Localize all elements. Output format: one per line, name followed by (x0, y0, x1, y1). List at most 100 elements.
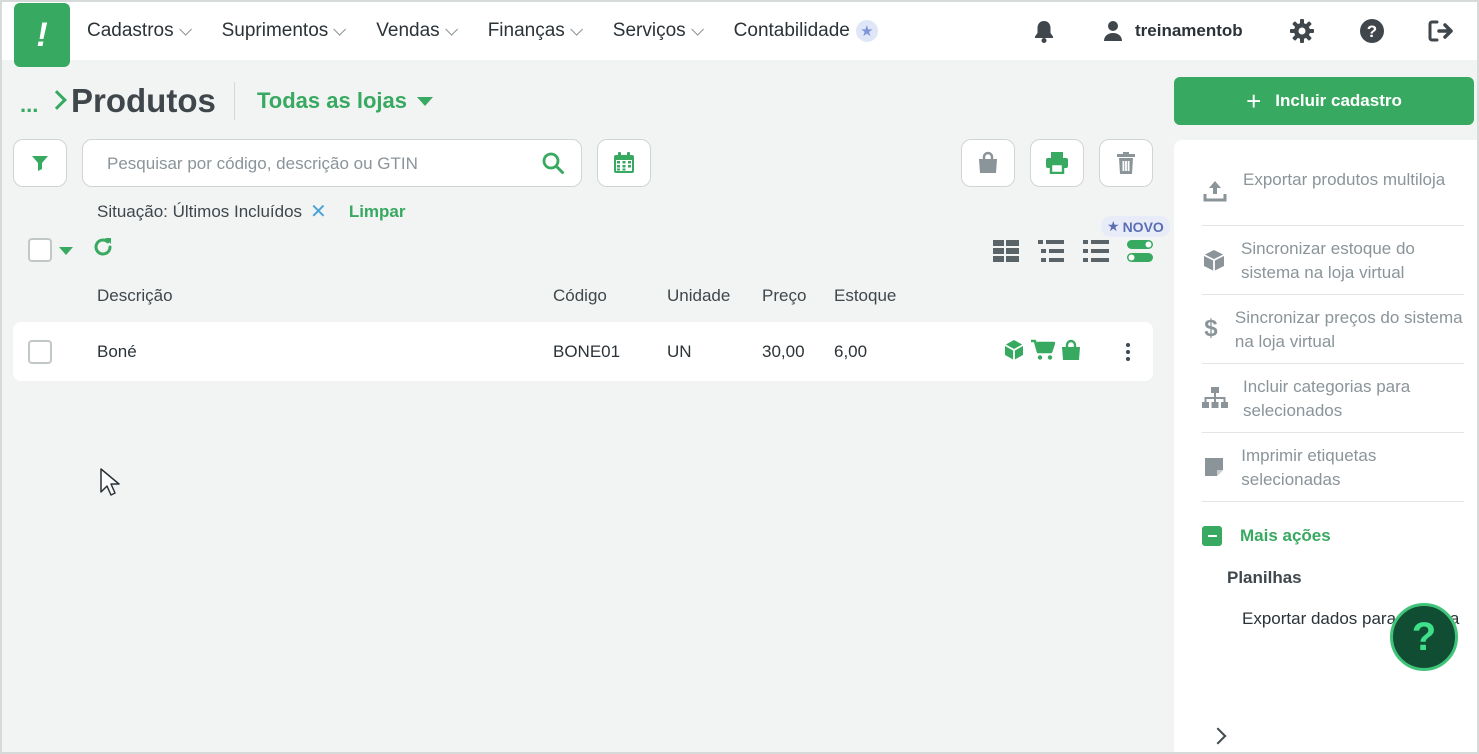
action-label: Exportar produtos multiloja (1243, 170, 1446, 189)
store-selector-label: Todas as lojas (257, 88, 407, 113)
logout-button[interactable] (1427, 2, 1455, 60)
shopping-bag-icon[interactable] (1061, 339, 1081, 361)
calendar-button[interactable] (597, 139, 651, 187)
spreadsheets-group-title: Planilhas (1227, 568, 1302, 587)
action-label: Sincronizar preços do sistema na loja vi… (1234, 308, 1463, 351)
column-header-descricao[interactable]: Descrição (97, 286, 173, 306)
box-icon[interactable] (1003, 339, 1025, 361)
add-record-button[interactable]: + Incluir cadastro (1174, 77, 1474, 125)
action-sync-prices[interactable]: $ Sincronizar preços do sistema na loja … (1202, 306, 1464, 354)
help-chat-button[interactable]: ? (1390, 603, 1458, 671)
action-label: Incluir categorias para selecionados (1243, 377, 1411, 420)
breadcrumb-back[interactable]: ... (20, 92, 38, 118)
shopping-bag-icon (979, 151, 997, 173)
mouse-cursor-icon (100, 468, 120, 496)
plus-icon: + (1246, 86, 1262, 116)
row-checkbox[interactable] (28, 340, 52, 364)
settings-button[interactable] (1288, 2, 1316, 60)
divider (1202, 363, 1464, 364)
divider (1202, 501, 1464, 502)
nav-cadastros[interactable]: Cadastros (87, 20, 192, 42)
clear-filters-link[interactable]: Limpar (349, 202, 406, 222)
print-button[interactable] (1030, 139, 1084, 187)
close-icon[interactable]: ✕ (310, 199, 327, 224)
nav-label: Serviços (612, 20, 686, 41)
filter-chip-label: Situação: Últimos Incluídos (97, 201, 303, 221)
gear-icon (1288, 17, 1316, 45)
nav-label: Finanças (487, 20, 565, 41)
select-all-checkbox[interactable] (28, 238, 52, 262)
action-print-labels[interactable]: Imprimir etiquetas selecionadas (1202, 444, 1464, 492)
username: treinamentob (1135, 21, 1243, 40)
divider (1202, 225, 1464, 226)
page-title: Produtos (71, 82, 216, 119)
filter-button[interactable] (13, 139, 67, 187)
cell-estoque: 6,00 (834, 342, 868, 361)
chevron-down-icon (444, 22, 458, 36)
action-sync-stock[interactable]: Sincronizar estoque do sistema na loja v… (1202, 237, 1464, 285)
question-icon: ? (1411, 614, 1437, 659)
printer-icon (1046, 152, 1068, 174)
shopping-bag-button[interactable] (961, 139, 1015, 187)
question-circle-icon: ? (1358, 17, 1386, 45)
cell-unidade: UN (667, 342, 692, 361)
notifications-button[interactable] (1030, 2, 1058, 60)
store-selector[interactable]: Todas as lojas (257, 88, 433, 114)
delete-button[interactable] (1099, 139, 1153, 187)
dollar-icon: $ (1204, 315, 1218, 342)
refresh-icon[interactable] (92, 236, 114, 258)
more-actions-toggle[interactable]: Mais ações (1202, 526, 1331, 546)
user-menu[interactable]: treinamentob (1099, 2, 1243, 60)
nav-servicos[interactable]: Serviços (612, 20, 704, 42)
action-export-multistore[interactable]: Exportar produtos multiloja (1202, 168, 1464, 204)
row-status-icons (1003, 339, 1081, 361)
nav-contabilidade[interactable]: Contabilidade ★ (734, 20, 878, 42)
upload-icon (1202, 178, 1228, 204)
row-actions-menu[interactable] (1119, 340, 1137, 364)
search-input[interactable] (107, 150, 527, 178)
column-header-unidade[interactable]: Unidade (667, 286, 730, 306)
cell-codigo: BONE01 (553, 342, 621, 361)
nav-vendas[interactable]: Vendas (376, 20, 458, 42)
title-divider (234, 82, 235, 120)
app-logo[interactable]: ! (14, 3, 70, 67)
sticky-note-icon (1202, 454, 1226, 480)
nav-financas[interactable]: Finanças (487, 20, 583, 42)
nav-label: Vendas (376, 20, 440, 41)
active-filter: Situação: Últimos Incluídos ✕ Limpar (97, 199, 406, 224)
cell-preco: 30,00 (762, 342, 805, 361)
divider (1202, 432, 1464, 433)
help-button[interactable]: ? (1358, 2, 1386, 60)
column-header-preco[interactable]: Preço (762, 286, 806, 306)
collapse-icon (1202, 526, 1222, 546)
nav-suprimentos[interactable]: Suprimentos (222, 20, 347, 42)
calendar-icon (614, 152, 634, 173)
compact-list-icon[interactable] (1083, 240, 1109, 262)
bell-icon (1030, 17, 1058, 45)
action-label: Sincronizar estoque do sistema na loja v… (1241, 239, 1415, 282)
logout-icon (1427, 17, 1455, 45)
divider (1202, 294, 1464, 295)
top-navigation-bar: ! Cadastros Suprimentos Vendas Finanças … (2, 2, 1477, 67)
selection-dropdown-icon[interactable] (59, 247, 73, 255)
add-record-label: Incluir cadastro (1275, 91, 1402, 110)
list-view-icon[interactable] (1038, 240, 1064, 262)
search-icon[interactable] (541, 151, 565, 175)
caret-down-icon (416, 96, 433, 106)
grid-view-icon[interactable] (993, 240, 1019, 262)
action-add-categories[interactable]: Incluir categorias para selecionados (1202, 375, 1464, 423)
more-actions-label: Mais ações (1240, 526, 1331, 545)
toggle-view-icon[interactable] (1127, 240, 1153, 262)
table-row[interactable]: Boné BONE01 UN 30,00 6,00 (13, 322, 1153, 381)
star-icon: ★ (1107, 218, 1120, 234)
trash-icon (1117, 152, 1135, 174)
column-header-estoque[interactable]: Estoque (834, 286, 896, 306)
new-badge-label: NOVO (1122, 218, 1164, 235)
cart-icon[interactable] (1031, 339, 1055, 361)
logo-glyph: ! (36, 15, 48, 54)
column-header-codigo[interactable]: Código (553, 286, 607, 306)
chevron-right-icon[interactable] (1209, 727, 1227, 745)
cell-descricao: Boné (97, 342, 137, 361)
box-icon (1202, 247, 1226, 273)
action-label: Imprimir etiquetas selecionadas (1241, 446, 1377, 489)
